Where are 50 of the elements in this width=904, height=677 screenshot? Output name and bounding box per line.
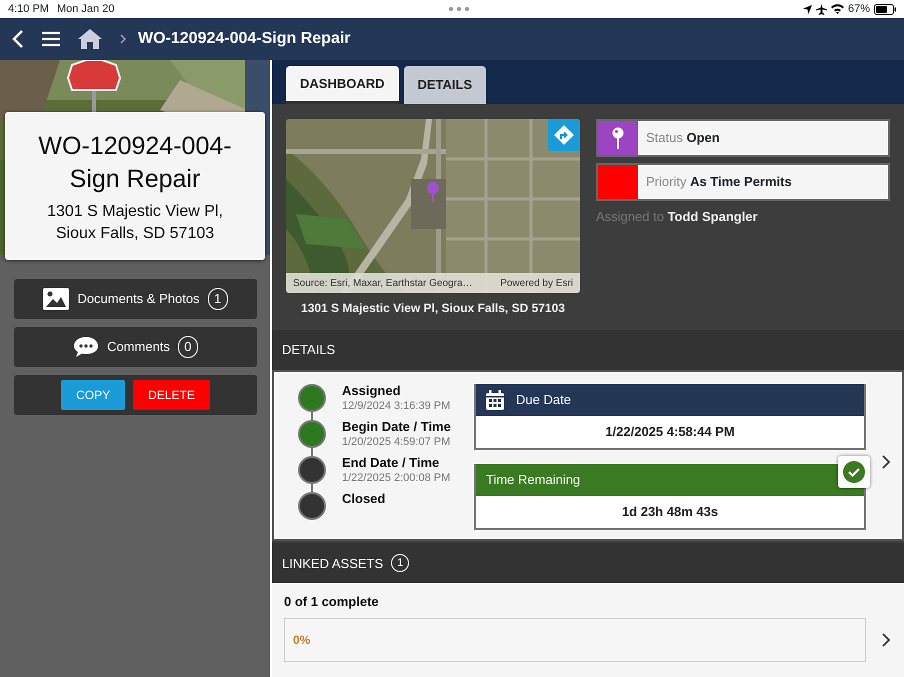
comment-icon xyxy=(73,336,100,358)
status-date: Mon Jan 20 xyxy=(56,2,114,17)
delete-button[interactable]: DELETE xyxy=(133,380,210,410)
count-badge: 1 xyxy=(391,554,410,572)
work-order-address: 1301 S Majestic View Pl, Sioux Falls, SD 57103 xyxy=(46,202,224,244)
due-date-value: 1/22/2025 4:58:44 PM xyxy=(605,423,735,442)
map-pin-icon xyxy=(427,182,439,202)
status-time: 4:10 PM xyxy=(8,2,49,17)
location-icon xyxy=(802,4,812,14)
airplane-icon xyxy=(816,4,827,14)
tab[interactable]: DASHBOARD xyxy=(286,66,398,104)
completion-summary: 0 of 1 complete xyxy=(284,595,380,610)
back-icon[interactable] xyxy=(12,29,24,49)
battery-percent: 67% xyxy=(848,2,870,17)
field-text: Status Open xyxy=(646,129,720,148)
chevron-right-icon[interactable] xyxy=(882,454,891,469)
step-date: 1/20/2025 4:59:07 PM xyxy=(342,435,451,450)
work-order-title: WO-120924-004-Sign Repair xyxy=(37,131,233,194)
battery-icon xyxy=(874,4,896,14)
home-icon[interactable] xyxy=(78,29,102,49)
breadcrumb-chevron-icon xyxy=(120,34,126,44)
due-date-label: Due Date xyxy=(516,391,571,410)
step-date: 12/9/2024 3:16:39 PM xyxy=(342,399,450,414)
powered-by-text: Powered by Esri xyxy=(500,276,573,290)
documents-photos-button[interactable]: Documents & Photos 1 xyxy=(14,279,257,320)
multitasking-icon[interactable] xyxy=(448,7,469,11)
chevron-right-icon[interactable] xyxy=(882,632,891,647)
comments-button[interactable]: Comments 0 xyxy=(14,327,257,368)
map-address: 1301 S Majestic View Pl, Sioux Falls, SD 57103 xyxy=(300,300,566,317)
map-attribution: Source: Esri, Maxar, Earthstar Geogra… xyxy=(293,276,473,290)
step-label: Assigned xyxy=(342,384,402,398)
tab[interactable]: DETAILS xyxy=(404,66,486,104)
calendar-icon xyxy=(486,390,504,410)
step-label: Closed xyxy=(342,492,386,506)
page-title: WO-120924-004-Sign Repair xyxy=(138,29,351,49)
section-header: DETAILS xyxy=(282,341,336,360)
directions-button[interactable] xyxy=(548,119,580,151)
time-remaining-value: 1d 23h 48m 43s xyxy=(622,503,718,522)
menu-icon[interactable] xyxy=(42,31,60,47)
wifi-icon xyxy=(830,4,844,14)
section-header: LINKED ASSETS xyxy=(282,554,384,573)
step-date: 1/22/2025 2:00:08 PM xyxy=(342,471,450,486)
step-label: Begin Date / Time xyxy=(342,420,451,434)
time-remaining-label: Time Remaining xyxy=(486,471,580,490)
step-label: End Date / Time xyxy=(342,456,440,470)
field-text: Priority As Time Permits xyxy=(646,173,792,192)
pin-icon xyxy=(612,127,624,149)
progress-percent: 0% xyxy=(292,632,310,649)
image-icon xyxy=(43,288,70,310)
assigned-to-text: Assigned to Todd Spangler xyxy=(596,208,759,226)
